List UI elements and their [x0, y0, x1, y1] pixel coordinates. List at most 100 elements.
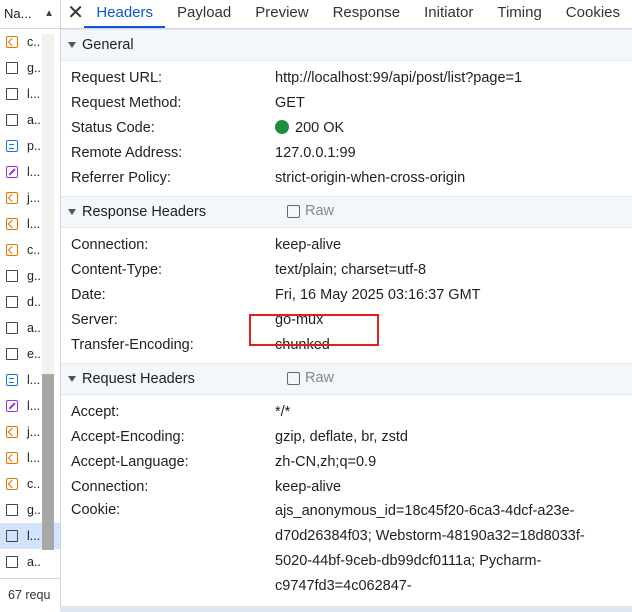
header-name: Accept-Language:: [71, 453, 189, 470]
request-name: l...: [27, 165, 41, 179]
xhr-icon: [6, 426, 18, 438]
header-row: Request Method: GET: [61, 90, 632, 115]
section-title: General: [82, 37, 134, 53]
raw-checkbox[interactable]: [287, 204, 300, 218]
header-value[interactable]: Fri, 16 May 2025 03:16:37 GMT: [275, 287, 481, 303]
request-headers-section-header[interactable]: Request Headers Raw: [61, 363, 632, 395]
header-value[interactable]: keep-alive: [275, 479, 341, 495]
section-title: Response Headers: [82, 204, 207, 220]
xhr-icon: [6, 36, 18, 48]
tab-payload[interactable]: Payload: [165, 0, 243, 28]
header-row: Request URL: http://localhost:99/api/post…: [61, 65, 632, 90]
header-name: Remote Address:: [71, 144, 183, 161]
header-name: Referrer Policy:: [71, 169, 171, 186]
header-row: Accept-Language: zh-CN,zh;q=0.9: [61, 449, 632, 474]
css-icon: [6, 140, 18, 152]
header-name: Date:: [71, 286, 106, 303]
request-name: a..: [27, 555, 41, 569]
header-value[interactable]: strict-origin-when-cross-origin: [275, 170, 465, 186]
header-value[interactable]: http://localhost:99/api/post/list?page=1: [275, 70, 522, 86]
raw-checkbox[interactable]: [287, 371, 300, 385]
header-name: Cookie:: [71, 502, 121, 518]
doc-icon: [6, 530, 18, 542]
sort-arrow-icon: ▲: [44, 8, 54, 19]
raw-label: Raw: [305, 203, 335, 219]
detail-tabbar: ✕ Headers Payload Preview Response Initiator…: [61, 0, 632, 29]
tab-cookies[interactable]: Cookies: [554, 0, 632, 28]
name-column-label: Na...: [4, 6, 32, 21]
request-name: d..: [27, 295, 41, 309]
request-name: j...: [27, 425, 41, 439]
header-value[interactable]: ajs_anonymous_id=18c45f20-6ca3-4dcf-a23e…: [275, 499, 595, 599]
header-row: Accept-Encoding: gzip, deflate, br, zstd: [61, 424, 632, 449]
tab-preview[interactable]: Preview: [243, 0, 320, 28]
header-value[interactable]: */*: [275, 404, 290, 420]
general-section: General Request URL: http://localhost:99/…: [61, 29, 632, 196]
img-icon: [6, 166, 18, 178]
raw-toggle[interactable]: Raw: [287, 370, 334, 386]
tab-initiator[interactable]: Initiator: [412, 0, 485, 28]
header-value[interactable]: text/plain; charset=utf-8: [275, 262, 426, 278]
tab-timing[interactable]: Timing: [485, 0, 553, 28]
close-icon[interactable]: ✕: [67, 0, 84, 28]
header-value[interactable]: 127.0.0.1:99: [275, 145, 356, 161]
doc-icon: [6, 322, 18, 334]
status-value-wrap: 200 OK: [275, 119, 344, 136]
header-value[interactable]: 200 OK: [295, 120, 344, 136]
doc-icon: [6, 348, 18, 360]
request-name: g..: [27, 503, 41, 517]
doc-icon: [6, 270, 18, 282]
request-name: c..: [27, 477, 41, 491]
request-name: a..: [27, 321, 41, 335]
header-value[interactable]: GET: [275, 95, 305, 111]
name-column-header[interactable]: Na... ▲: [0, 0, 60, 29]
header-name: Content-Type:: [71, 261, 163, 278]
raw-label: Raw: [305, 370, 335, 386]
header-row: Date: Fri, 16 May 2025 03:16:37 GMT: [61, 282, 632, 307]
expand-triangle-icon: [68, 209, 76, 215]
tab-response[interactable]: Response: [321, 0, 413, 28]
header-row: Connection: keep-alive: [61, 474, 632, 499]
doc-icon: [6, 88, 18, 100]
xhr-icon: [6, 452, 18, 464]
request-name: g..: [27, 61, 41, 75]
header-name: Connection:: [71, 478, 149, 495]
header-name: Status Code:: [71, 119, 155, 136]
request-name: j...: [27, 191, 41, 205]
header-name: Server:: [71, 311, 118, 328]
request-name: c..: [27, 243, 41, 257]
header-row: Referrer Policy: strict-origin-when-cross…: [61, 165, 632, 190]
header-value[interactable]: zh-CN,zh;q=0.9: [275, 454, 376, 470]
header-name: Connection:: [71, 236, 149, 253]
raw-toggle[interactable]: Raw: [287, 203, 334, 219]
doc-icon: [6, 504, 18, 516]
response-headers-section-header[interactable]: Response Headers Raw: [61, 196, 632, 228]
xhr-icon: [6, 218, 18, 230]
request-name: p..: [27, 139, 41, 153]
bottom-bar: [60, 606, 632, 612]
request-name: a..: [27, 113, 41, 127]
request-name: l...: [27, 451, 41, 465]
request-list-scrollbar[interactable]: [42, 34, 54, 550]
headers-detail-panel: ✕ Headers Payload Preview Response Initiator…: [61, 0, 632, 612]
header-value[interactable]: gzip, deflate, br, zstd: [275, 429, 408, 445]
scrollbar-thumb[interactable]: [42, 374, 54, 550]
header-name: Transfer-Encoding:: [71, 336, 194, 353]
header-value[interactable]: keep-alive: [275, 237, 341, 253]
annotation-highlight-box: [249, 314, 379, 346]
expand-triangle-icon: [68, 376, 76, 382]
request-name: l...: [27, 373, 41, 387]
request-name: l...: [27, 529, 41, 543]
status-ok-icon: [275, 119, 289, 134]
request-name: c..: [27, 35, 41, 49]
header-name: Request Method:: [71, 94, 182, 111]
request-name: l...: [27, 399, 41, 413]
xhr-icon: [6, 244, 18, 256]
request-list-item[interactable]: a..: [0, 549, 60, 575]
request-name: e..: [27, 347, 41, 361]
tab-headers[interactable]: Headers: [84, 0, 166, 28]
header-name: Accept-Encoding:: [71, 428, 185, 445]
xhr-icon: [6, 478, 18, 490]
doc-icon: [6, 62, 18, 74]
general-section-header[interactable]: General: [61, 29, 632, 61]
